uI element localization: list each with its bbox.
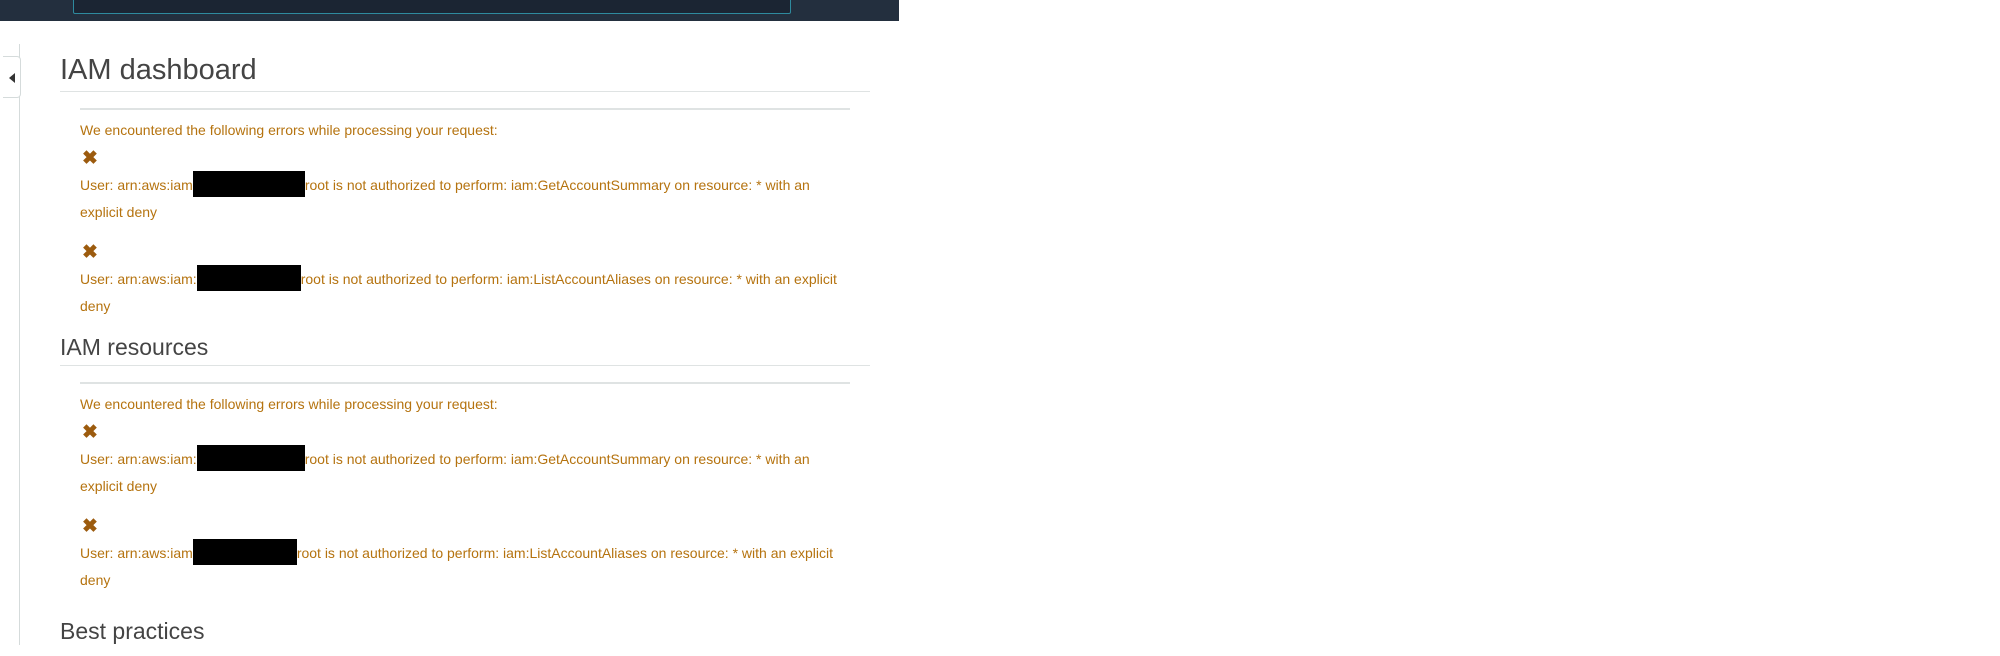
error-alert: We encountered the following errors whil… bbox=[80, 108, 850, 320]
search-input[interactable] bbox=[73, 0, 791, 14]
error-prefix: User: arn:aws:iam bbox=[80, 545, 193, 561]
error-message: User: arn:aws:iam root is not authorized … bbox=[80, 539, 850, 594]
sidebar-rail bbox=[19, 44, 20, 645]
error-item: ✖ User: arn:aws:iam: root is not authoriz… bbox=[80, 420, 850, 500]
sidebar-toggle-button[interactable] bbox=[3, 56, 21, 98]
error-message: User: arn:aws:iam root is not authorized … bbox=[80, 171, 850, 226]
error-prefix: User: arn:aws:iam bbox=[80, 177, 193, 193]
error-prefix: User: arn:aws:iam: bbox=[80, 271, 197, 287]
error-prefix: User: arn:aws:iam: bbox=[80, 451, 197, 467]
error-item: ✖ User: arn:aws:iam: root is not authoriz… bbox=[80, 240, 850, 320]
redacted-account-id bbox=[196, 265, 301, 292]
redacted-account-id bbox=[192, 171, 305, 198]
section-title: IAM resources bbox=[60, 334, 209, 360]
redacted-account-id bbox=[196, 445, 305, 472]
iam-dashboard-section: IAM dashboard We encountered the followi… bbox=[60, 53, 870, 320]
divider bbox=[60, 91, 870, 92]
main-content: IAM dashboard We encountered the followi… bbox=[60, 53, 870, 656]
x-error-icon: ✖ bbox=[82, 148, 98, 169]
redacted-account-id bbox=[192, 539, 297, 566]
iam-resources-section: IAM resources We encountered the followi… bbox=[60, 334, 870, 594]
best-practices-section: Best practices bbox=[60, 618, 870, 646]
caret-left-icon bbox=[9, 73, 15, 83]
page-title: IAM dashboard bbox=[60, 54, 257, 86]
error-message: User: arn:aws:iam: root is not authorized… bbox=[80, 445, 850, 500]
top-navigation-bar bbox=[0, 0, 899, 21]
x-error-icon: ✖ bbox=[82, 242, 98, 263]
alert-lead-text: We encountered the following errors whil… bbox=[80, 122, 498, 138]
section-title: Best practices bbox=[60, 618, 205, 644]
x-error-icon: ✖ bbox=[82, 516, 98, 537]
error-item: ✖ User: arn:aws:iam root is not authorize… bbox=[80, 146, 850, 226]
error-item: ✖ User: arn:aws:iam root is not authorize… bbox=[80, 514, 850, 594]
x-error-icon: ✖ bbox=[82, 422, 98, 443]
alert-lead-text: We encountered the following errors whil… bbox=[80, 396, 498, 412]
error-message: User: arn:aws:iam: root is not authorized… bbox=[80, 265, 850, 320]
error-alert: We encountered the following errors whil… bbox=[80, 382, 850, 594]
divider bbox=[60, 365, 870, 366]
